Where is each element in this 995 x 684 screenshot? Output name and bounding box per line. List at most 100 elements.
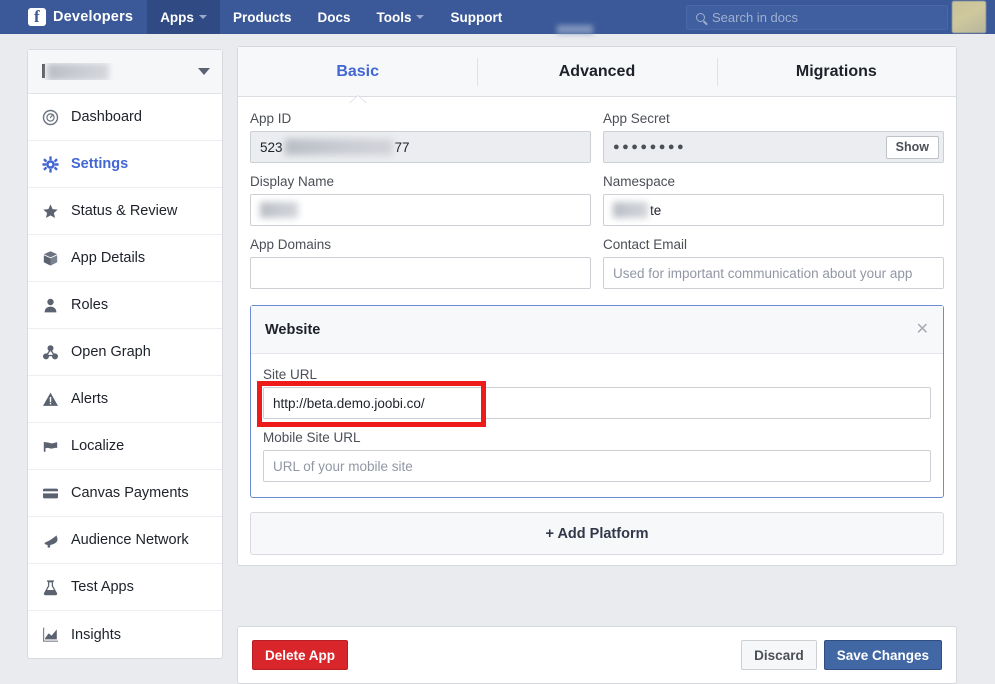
person-icon [42,297,59,314]
avatar[interactable] [952,1,986,33]
sidebar-item-audience-network[interactable]: Audience Network [28,517,222,564]
sidebar-item-canvas-payments-label: Canvas Payments [71,485,189,501]
show-secret-button[interactable]: Show [885,135,939,159]
app-secret-label: App Secret [603,111,670,126]
field-app-id: App ID 523 77 [250,111,591,163]
field-display-name: Display Name [250,174,591,226]
field-contact-email: Contact Email Used for important communi… [603,237,944,289]
nav-item-products-label: Products [232,9,292,25]
settings-tabs: Basic Advanced Migrations [238,47,956,97]
nav-item-support[interactable]: Support [437,0,515,34]
field-app-secret: App Secret ●●●●●●●● Show [603,111,944,163]
settings-card: Basic Advanced Migrations App ID 523 77 [237,46,957,566]
sidebar-item-insights[interactable]: Insights [28,611,222,658]
page-body: Dashboard Settings Status & Review App D… [0,34,995,684]
platform-body: Site URL http://beta.demo.joobi.co/ Mobi… [251,354,943,497]
add-platform-button[interactable]: + Add Platform [250,512,944,555]
flag-icon [42,438,59,455]
app-id-prefix: 523 [260,139,283,155]
sidebar-item-open-graph[interactable]: Open Graph [28,329,222,376]
tab-migrations[interactable]: Migrations [716,47,956,96]
developers-brand-link[interactable]: Developers [0,0,147,34]
sidebar-item-localize-label: Localize [71,438,125,454]
display-name-label: Display Name [250,174,335,189]
sidebar-item-dashboard-label: Dashboard [71,109,142,125]
sidebar-item-alerts[interactable]: Alerts [28,376,222,423]
platform-title: Website [265,321,321,338]
molecule-icon [42,344,59,361]
sidebar-item-open-graph-label: Open Graph [71,344,151,360]
nav-item-apps-label: Apps [160,9,194,25]
sidebar-item-status-review-label: Status & Review [71,203,178,219]
line-chart-icon [42,626,59,643]
namespace-redaction [613,202,648,218]
sidebar-item-app-details-label: App Details [71,250,146,266]
app-secret-masked: ●●●●●●●● [613,141,687,153]
discard-button[interactable]: Discard [741,640,817,670]
star-icon [42,203,59,220]
sidebar-item-test-apps[interactable]: Test Apps [28,564,222,611]
discard-label: Discard [754,647,804,663]
add-platform-label: + Add Platform [545,525,649,542]
namespace-label: Namespace [603,174,676,189]
search-placeholder: Search in docs [712,9,798,25]
sidebar-item-roles[interactable]: Roles [28,282,222,329]
site-url-label: Site URL [263,367,318,382]
field-mobile-site-url: Mobile Site URL URL of your mobile site [263,430,931,482]
tab-basic-label: Basic [336,62,380,80]
warning-triangle-icon [42,391,59,408]
nav-item-support-label: Support [450,9,503,25]
sidebar: Dashboard Settings Status & Review App D… [27,49,223,659]
nav-item-products[interactable]: Products [220,0,305,34]
form-row-credentials: App ID 523 77 App Secret ●●●●●●●● Show [250,111,944,163]
cube-icon [42,250,59,267]
flask-icon [42,579,59,596]
app-secret-value[interactable]: ●●●●●●●● Show [603,131,944,163]
namespace-input[interactable]: te [603,194,944,226]
contact-email-input[interactable]: Used for important communication about y… [603,257,944,289]
app-selector-dropdown[interactable] [28,50,222,94]
sidebar-item-app-details[interactable]: App Details [28,235,222,282]
sidebar-item-alerts-label: Alerts [71,391,109,407]
tab-advanced[interactable]: Advanced [477,47,716,96]
namespace-suffix: te [650,202,662,218]
nav-spacer [515,0,686,34]
megaphone-icon [42,532,59,549]
search-input[interactable]: Search in docs [686,4,948,30]
sidebar-item-canvas-payments[interactable]: Canvas Payments [28,470,222,517]
site-url-input[interactable]: http://beta.demo.joobi.co/ [263,387,931,419]
mobile-site-url-placeholder: URL of your mobile site [273,458,413,474]
field-namespace: Namespace te [603,174,944,226]
tab-migrations-label: Migrations [795,62,877,80]
nav-item-tools[interactable]: Tools [363,0,437,34]
sidebar-item-insights-label: Insights [71,626,121,643]
sidebar-item-localize[interactable]: Localize [28,423,222,470]
delete-app-label: Delete App [265,647,336,663]
sidebar-item-audience-network-label: Audience Network [71,532,189,548]
sidebar-item-settings[interactable]: Settings [28,141,222,188]
gauge-icon [42,109,59,126]
chevron-down-icon [198,15,207,19]
sidebar-item-status-review[interactable]: Status & Review [28,188,222,235]
app-domains-label: App Domains [250,237,332,252]
app-id-value[interactable]: 523 77 [250,131,591,163]
app-domains-input[interactable] [250,257,591,289]
chevron-down-icon [416,15,425,19]
close-icon[interactable]: ✕ [916,321,929,338]
display-name-redaction [260,202,298,218]
mobile-site-url-input[interactable]: URL of your mobile site [263,450,931,482]
nav-item-docs[interactable]: Docs [304,0,363,34]
display-name-input[interactable] [250,194,591,226]
tab-basic[interactable]: Basic [238,47,477,96]
sidebar-item-roles-label: Roles [71,297,109,313]
sidebar-item-dashboard[interactable]: Dashboard [28,94,222,141]
save-changes-button[interactable]: Save Changes [823,640,942,670]
delete-app-button[interactable]: Delete App [252,640,349,670]
credit-card-icon [42,485,59,502]
app-selector-label [42,63,198,80]
nav-item-apps[interactable]: Apps [147,0,220,34]
platform-card-website: Website ✕ Site URL http://beta.demo.joob… [250,305,944,498]
save-changes-label: Save Changes [836,647,929,663]
app-id-suffix: 77 [394,139,410,155]
search-icon [696,12,705,22]
